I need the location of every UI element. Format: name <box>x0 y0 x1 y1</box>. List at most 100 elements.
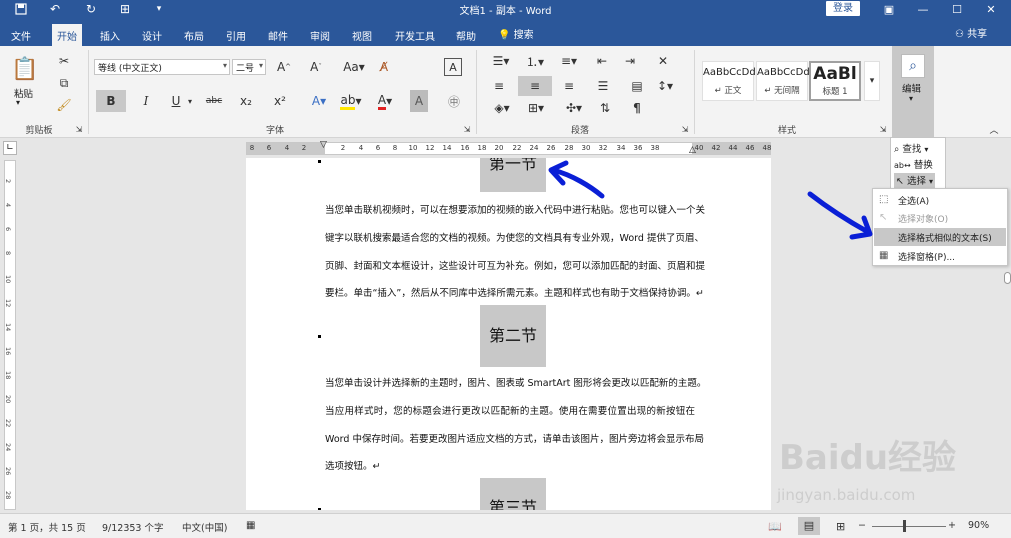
tab-design[interactable]: 设计 <box>137 24 167 46</box>
customize-qat-icon[interactable]: ▾ <box>148 0 170 18</box>
clear-formatting-icon[interactable]: A̸ <box>374 58 394 76</box>
tab-home[interactable]: 开始 <box>52 24 82 46</box>
zoom-slider-thumb[interactable] <box>903 520 906 532</box>
align-center-icon[interactable]: ≡ <box>518 76 552 96</box>
increase-indent-icon[interactable]: ⇥ <box>620 52 640 70</box>
tab-layout[interactable]: 布局 <box>179 24 209 46</box>
highlight-color-icon[interactable]: ab ▾ <box>338 90 364 112</box>
paste-icon[interactable]: 📋 <box>10 52 40 86</box>
align-right-icon[interactable]: ≡ <box>558 76 580 96</box>
style-normal[interactable]: AaBbCcDd ↵ 正文 <box>702 61 756 101</box>
find-button[interactable]: ⌕ 查找 ▾ <box>894 141 928 157</box>
font-name-select[interactable]: 等线 (中文正文) ▾ <box>94 59 230 75</box>
paragraph-line[interactable]: 选项按钮。↵ <box>325 458 695 472</box>
first-line-indent-marker[interactable]: ▽ <box>320 140 327 150</box>
style-no-spacing[interactable]: AaBbCcDd ↵ 无间隔 <box>756 61 810 101</box>
maximize-icon[interactable]: ☐ <box>940 0 974 18</box>
vertical-ruler[interactable]: 2 4 6 8 10 12 14 16 18 20 22 24 26 28 <box>4 160 16 510</box>
scroll-thumb[interactable] <box>1004 272 1011 284</box>
touch-mode-icon[interactable]: ⊞ <box>114 0 136 18</box>
close-icon[interactable]: ✕ <box>974 0 1008 18</box>
collapse-ribbon-icon[interactable]: ︿ <box>988 124 1000 136</box>
tab-insert[interactable]: 插入 <box>95 24 125 46</box>
copy-icon[interactable]: ⧉ <box>54 74 74 92</box>
styles-more-icon[interactable]: ▾ <box>864 61 880 101</box>
font-launcher-icon[interactable]: ⇲ <box>462 124 472 134</box>
change-case-icon[interactable]: Aa▾ <box>340 58 368 76</box>
tab-developer[interactable]: 开发工具 <box>390 24 440 46</box>
borders-icon[interactable]: ⊞▾ <box>522 98 550 118</box>
zoom-in-icon[interactable]: + <box>948 520 956 531</box>
bullets-icon[interactable]: ☰▾ <box>488 52 514 70</box>
minimize-icon[interactable]: — <box>906 0 940 18</box>
tab-references[interactable]: 引用 <box>221 24 251 46</box>
sort-icon[interactable]: ⇅ <box>594 98 616 118</box>
numbering-icon[interactable]: ⒈▾ <box>522 52 548 70</box>
chinese-layout-icon[interactable]: ✕ <box>652 52 674 70</box>
right-indent-marker[interactable]: △ <box>689 145 696 155</box>
style-heading-1[interactable]: AaBl 标题 1 <box>809 61 861 101</box>
menu-item-select-all[interactable]: ⬚ 全选(A) <box>874 191 1006 209</box>
text-effects-icon[interactable]: A▾ <box>306 90 332 112</box>
asian-layout-icon[interactable]: ✣▾ <box>560 98 588 118</box>
replace-button[interactable]: ab↔ 替换 <box>894 157 933 173</box>
italic-button[interactable]: I <box>136 90 156 112</box>
align-left-icon[interactable]: ≡ <box>488 76 510 96</box>
heading-section-1[interactable]: 第一节 <box>480 158 546 192</box>
document-page[interactable]: 第一节 当您单击联机视频时，可以在想要添加的视频的嵌入代码中进行粘贴。您也可以键… <box>246 158 771 510</box>
clipboard-launcher-icon[interactable]: ⇲ <box>74 124 84 134</box>
zoom-level[interactable]: 90% <box>968 520 989 531</box>
paragraph-line[interactable]: Word 中保存时间。若要更改图片适应文档的方式，请单击该图片，图片旁边将会显示… <box>325 431 704 445</box>
distribute-icon[interactable]: ▤ <box>626 76 648 96</box>
tell-me-search[interactable]: 💡 搜索 <box>498 26 534 41</box>
zoom-out-icon[interactable]: − <box>858 520 866 531</box>
paragraph-line[interactable]: 当您单击联机视频时，可以在想要添加的视频的嵌入代码中进行粘贴。您也可以键入一个关 <box>325 202 705 216</box>
zoom-slider-track[interactable] <box>872 526 946 527</box>
print-layout-icon[interactable]: ▤ <box>798 517 820 535</box>
paragraph-line[interactable]: 要栏。单击“插入”，然后从不同库中选择所需元素。主题和样式也有助于文档保持协调。… <box>325 285 704 299</box>
login-button[interactable]: 登录 <box>826 1 860 16</box>
font-color-icon[interactable]: A ▾ <box>372 90 398 112</box>
tab-selector[interactable]: ∟ <box>3 141 17 155</box>
tab-mailings[interactable]: 邮件 <box>263 24 293 46</box>
tab-view[interactable]: 视图 <box>347 24 377 46</box>
paragraph-line[interactable]: 页脚、封面和文本框设计，这些设计可互为补充。例如，您可以添加匹配的封面、页眉和提 <box>325 258 705 272</box>
menu-item-select-similar-formatting[interactable]: 选择格式相似的文本(S) <box>874 228 1006 246</box>
ribbon-display-options-icon[interactable]: ▣ <box>872 0 906 18</box>
menu-item-select-objects[interactable]: ↖ 选择对象(O) <box>874 209 1006 227</box>
format-painter-icon[interactable]: 🖌 <box>54 96 74 114</box>
menu-item-selection-pane[interactable]: ▦ 选择窗格(P)... <box>874 247 1006 265</box>
cut-icon[interactable]: ✂ <box>54 52 74 70</box>
line-spacing-icon[interactable]: ↕▾ <box>652 76 678 96</box>
underline-button[interactable]: U <box>166 90 186 112</box>
paste-dropdown-icon[interactable]: ▾ <box>16 98 20 107</box>
undo-icon[interactable]: ↶ <box>44 0 66 18</box>
underline-dropdown-icon[interactable]: ▾ <box>186 90 194 112</box>
bold-button[interactable]: B <box>96 90 126 112</box>
paragraph-line[interactable]: 键字以联机搜索最适合您的文档的视频。为使您的文档具有专业外观，Word 提供了页… <box>325 230 704 244</box>
strikethrough-button[interactable]: abc <box>202 90 226 112</box>
horizontal-ruler[interactable]: 8 6 4 2 2 4 6 8 10 12 14 16 18 20 22 24 … <box>246 140 771 155</box>
enclose-characters-icon[interactable]: ㊥ <box>444 90 464 112</box>
character-shading-icon[interactable]: A <box>410 90 428 112</box>
tab-file[interactable]: 文件 <box>6 24 36 46</box>
shrink-font-icon[interactable]: Aˇ <box>306 58 326 76</box>
decrease-indent-icon[interactable]: ⇤ <box>592 52 612 70</box>
multilevel-list-icon[interactable]: ≡▾ <box>556 52 582 70</box>
justify-icon[interactable]: ☰ <box>592 76 614 96</box>
editing-group[interactable]: ⌕ 编辑 ▾ <box>892 46 934 138</box>
paragraph-launcher-icon[interactable]: ⇲ <box>680 124 690 134</box>
tab-help[interactable]: 帮助 <box>451 24 481 46</box>
heading-section-2[interactable]: 第二节 <box>480 305 546 367</box>
redo-icon[interactable]: ↻ <box>80 0 102 18</box>
superscript-button[interactable]: x² <box>270 90 290 112</box>
word-count[interactable]: 9/12353 个字 <box>102 520 164 534</box>
language-indicator[interactable]: 中文(中国) <box>182 520 227 534</box>
show-marks-icon[interactable]: ¶ <box>626 98 648 118</box>
heading-section-3[interactable]: 第三节 <box>480 478 546 510</box>
shading-icon[interactable]: ◈▾ <box>488 98 516 118</box>
macro-recording-icon[interactable]: ▦ <box>246 520 255 531</box>
paragraph-line[interactable]: 当您单击设计并选择新的主题时，图片、图表或 SmartArt 图形将会更改以匹配… <box>325 375 706 389</box>
font-size-select[interactable]: 二号 ▾ <box>232 59 266 75</box>
tab-review[interactable]: 审阅 <box>305 24 335 46</box>
